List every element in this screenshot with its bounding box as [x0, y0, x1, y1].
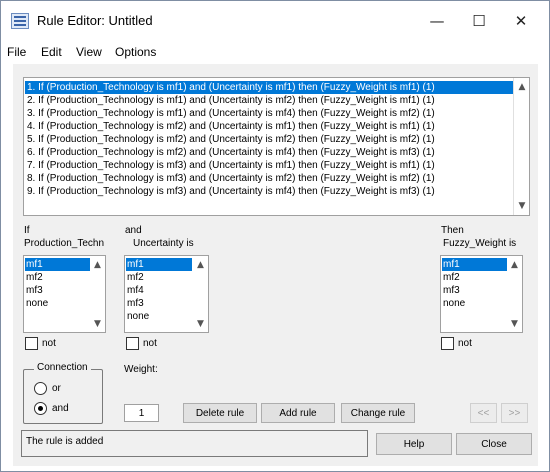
connection-title: Connection	[34, 362, 91, 373]
next-rule-button[interactable]: >>	[501, 403, 528, 423]
and-prefix-label: and	[125, 225, 142, 236]
menu-edit[interactable]: Edit	[41, 45, 62, 59]
list-item[interactable]: mf1	[25, 258, 90, 271]
if-listbox-scrollbar[interactable]: ▲ ▼	[90, 256, 105, 332]
minimize-icon[interactable]: —	[415, 7, 459, 35]
list-item[interactable]: none	[442, 297, 465, 310]
rule-item[interactable]: 4. If (Production_Technology is mf2) and…	[25, 120, 513, 133]
rule-editor-panel: 1. If (Production_Technology is mf1) and…	[13, 64, 538, 466]
then-variable-label: Fuzzy_Weight is	[443, 238, 517, 249]
list-item[interactable]: mf1	[126, 258, 192, 271]
and-radio-label: and	[52, 403, 69, 414]
if-mf-listbox[interactable]: mf1 mf2 mf3 none ▲ ▼	[23, 255, 106, 333]
scroll-up-icon[interactable]: ▲	[514, 80, 529, 94]
then-mf-listbox[interactable]: mf1 mf2 mf3 none ▲ ▼	[440, 255, 523, 333]
delete-rule-button[interactable]: Delete rule	[183, 403, 257, 423]
rule-item[interactable]: 1. If (Production_Technology is mf1) and…	[25, 81, 513, 94]
if-variable-label: Production_Techn	[24, 238, 105, 249]
if-not-checkbox[interactable]	[25, 337, 38, 350]
list-item[interactable]: mf3	[442, 284, 460, 297]
scroll-down-icon[interactable]: ▼	[507, 317, 522, 331]
menu-file[interactable]: File	[7, 45, 26, 59]
connection-group: Connection or and	[23, 362, 103, 424]
rule-list[interactable]: 1. If (Production_Technology is mf1) and…	[23, 77, 530, 216]
menu-view[interactable]: View	[76, 45, 102, 59]
scroll-down-icon[interactable]: ▼	[193, 317, 208, 331]
rule-editor-app-icon	[11, 13, 29, 29]
close-icon[interactable]: ✕	[499, 7, 543, 35]
rule-item[interactable]: 2. If (Production_Technology is mf1) and…	[25, 94, 513, 107]
window-title: Rule Editor: Untitled	[37, 13, 153, 28]
or-radio-label: or	[52, 383, 61, 394]
and-listbox-scrollbar[interactable]: ▲ ▼	[193, 256, 208, 332]
maximize-icon[interactable]: ☐	[457, 7, 501, 35]
then-not-checkbox[interactable]	[441, 337, 454, 350]
previous-rule-button[interactable]: <<	[470, 403, 497, 423]
rule-editor-window: Rule Editor: Untitled — ☐ ✕ File Edit Vi…	[0, 0, 550, 472]
and-not-label: not	[143, 338, 157, 349]
list-item[interactable]: none	[25, 297, 48, 310]
list-item[interactable]: mf2	[126, 271, 144, 284]
then-prefix-label: Then	[441, 225, 464, 236]
rule-item[interactable]: 3. If (Production_Technology is mf1) and…	[25, 107, 513, 120]
and-mf-listbox[interactable]: mf1 mf2 mf4 mf3 none ▲ ▼	[124, 255, 209, 333]
and-not-checkbox[interactable]	[126, 337, 139, 350]
list-item[interactable]: mf2	[442, 271, 460, 284]
rule-item[interactable]: 9. If (Production_Technology is mf3) and…	[25, 185, 513, 198]
weight-label: Weight:	[124, 364, 158, 375]
menu-options[interactable]: Options	[115, 45, 156, 59]
weight-input[interactable]: 1	[124, 404, 159, 422]
status-bar: The rule is added	[21, 430, 368, 457]
change-rule-button[interactable]: Change rule	[341, 403, 415, 423]
list-item[interactable]: mf3	[126, 297, 144, 310]
rule-item[interactable]: 7. If (Production_Technology is mf3) and…	[25, 159, 513, 172]
list-item[interactable]: none	[126, 310, 149, 323]
or-radio[interactable]	[34, 382, 47, 395]
list-item[interactable]: mf4	[126, 284, 144, 297]
help-button[interactable]: Help	[376, 433, 452, 455]
list-item[interactable]: mf1	[442, 258, 507, 271]
scroll-down-icon[interactable]: ▼	[514, 199, 529, 213]
rule-item[interactable]: 5. If (Production_Technology is mf2) and…	[25, 133, 513, 146]
list-item[interactable]: mf3	[25, 284, 43, 297]
menu-bar: File Edit View Options	[1, 41, 549, 63]
scroll-up-icon[interactable]: ▲	[507, 258, 522, 272]
then-not-label: not	[458, 338, 472, 349]
then-listbox-scrollbar[interactable]: ▲ ▼	[507, 256, 522, 332]
and-radio[interactable]	[34, 402, 47, 415]
status-message: The rule is added	[26, 436, 104, 447]
rule-item[interactable]: 8. If (Production_Technology is mf3) and…	[25, 172, 513, 185]
list-item[interactable]: mf2	[25, 271, 43, 284]
close-button[interactable]: Close	[456, 433, 532, 455]
rule-item[interactable]: 6. If (Production_Technology is mf2) and…	[25, 146, 513, 159]
scroll-down-icon[interactable]: ▼	[90, 317, 105, 331]
add-rule-button[interactable]: Add rule	[261, 403, 335, 423]
scroll-up-icon[interactable]: ▲	[90, 258, 105, 272]
if-prefix-label: If	[24, 225, 30, 236]
title-bar[interactable]: Rule Editor: Untitled — ☐ ✕	[1, 1, 549, 41]
and-variable-label: Uncertainty is	[133, 238, 194, 249]
rule-list-scrollbar[interactable]: ▲ ▼	[513, 78, 529, 215]
if-not-label: not	[42, 338, 56, 349]
scroll-up-icon[interactable]: ▲	[193, 258, 208, 272]
